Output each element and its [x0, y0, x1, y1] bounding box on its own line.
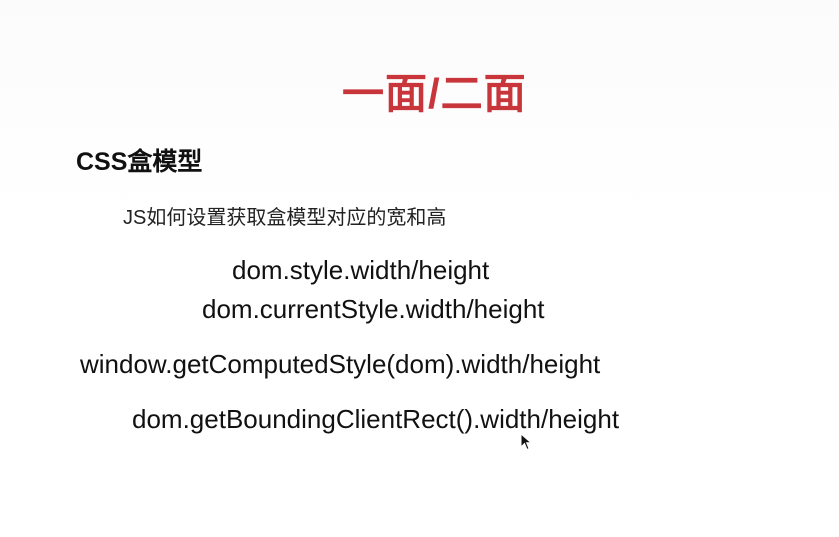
question-text: JS如何设置获取盒模型对应的宽和高 — [123, 207, 447, 229]
code-line-style: dom.style.width/height — [232, 255, 490, 285]
code-line-bounding-rect: dom.getBoundingClientRect().width/height — [132, 404, 620, 434]
slide: 一面/二面 CSS盒模型 JS如何设置获取盒模型对应的宽和高 dom.style… — [0, 0, 839, 537]
code-line-current-style: dom.currentStyle.width/height — [202, 294, 545, 324]
mouse-pointer-icon — [520, 433, 532, 451]
code-line-computed-style: window.getComputedStyle(dom).width/heigh… — [80, 349, 601, 379]
slide-title: 一面/二面 — [342, 70, 527, 117]
section-heading: CSS盒模型 — [76, 148, 203, 176]
